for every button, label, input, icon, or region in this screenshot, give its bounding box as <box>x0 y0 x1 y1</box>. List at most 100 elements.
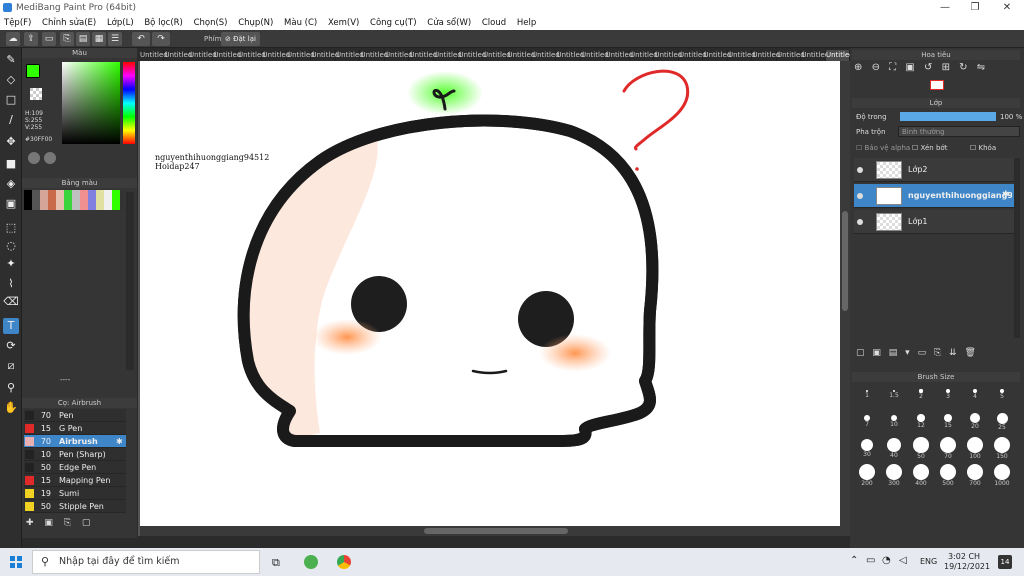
brush-size-option[interactable]: 30 <box>854 438 880 462</box>
tab-untitled[interactable]: Untitled <box>410 50 437 61</box>
reset-view-icon[interactable]: ⊞ <box>942 62 950 73</box>
brush-size-option[interactable]: 25 <box>989 411 1015 435</box>
delete-layer-icon[interactable]: 🗑 <box>964 348 975 358</box>
menu-layer[interactable]: Lớp(L) <box>103 16 138 28</box>
close-button[interactable]: ✕ <box>992 0 1022 16</box>
palette-swatches[interactable] <box>24 190 124 210</box>
tab-untitled[interactable]: Untitled <box>312 50 339 61</box>
clipping-checkbox[interactable]: ☐ Xén bớt <box>912 144 947 152</box>
brush-size-option[interactable]: 4 <box>962 384 988 408</box>
tab-untitled[interactable]: Untitled <box>434 50 462 61</box>
menu-window[interactable]: Cửa sổ(W) <box>423 16 475 28</box>
brush-settings-icon[interactable]: ▣ <box>44 518 53 528</box>
tab-untitled[interactable]: Untitled <box>655 50 682 61</box>
new-halftone-layer-icon[interactable]: ▣ <box>872 348 881 358</box>
text-tool-icon[interactable]: T <box>3 318 19 334</box>
chevron-up-icon[interactable]: ⌃ <box>850 555 858 566</box>
rectangle-tool-icon[interactable]: □ <box>3 92 19 108</box>
minimize-button[interactable]: — <box>930 0 960 16</box>
opacity-slider[interactable] <box>900 112 996 121</box>
redo-icon[interactable]: ↷ <box>152 32 170 46</box>
tab-untitled[interactable]: Untitled <box>189 50 217 61</box>
tab-untitled[interactable]: Untitled <box>728 50 756 61</box>
eye-icon[interactable] <box>857 167 863 173</box>
brush-item[interactable]: 10 Pen (Sharp) <box>24 448 126 461</box>
brush-size-option[interactable]: 50 <box>908 437 934 462</box>
horizontal-scroll-thumb[interactable] <box>424 528 568 534</box>
brush-size-option[interactable]: 100 <box>962 437 988 462</box>
new-layer-icon[interactable]: ▢ <box>856 348 865 358</box>
duplicate-layer-icon[interactable]: ⎘ <box>934 348 941 358</box>
menu-filter[interactable]: Bộ lọc(R) <box>140 16 187 28</box>
brush-item[interactable]: 70 Airbrush ✱ <box>24 435 126 448</box>
add-brush-icon[interactable]: ✚ <box>26 518 34 528</box>
saturation-value-field[interactable] <box>62 62 120 144</box>
gear-icon[interactable]: ✱ <box>1002 190 1010 200</box>
tab-untitled[interactable]: Untitled <box>704 50 731 61</box>
chrome-taskbar-icon[interactable] <box>337 555 351 569</box>
tab-untitled[interactable]: Untitled <box>214 50 241 61</box>
layer-scrollbar[interactable] <box>1014 158 1020 338</box>
upload-icon[interactable]: ⇪ <box>24 32 38 46</box>
vertical-scroll-thumb[interactable] <box>842 211 848 311</box>
tab-untitled[interactable]: Untitled <box>581 50 609 61</box>
merge-layer-icon[interactable]: ⇊ <box>949 348 957 358</box>
volume-icon[interactable]: ◁ <box>899 555 907 566</box>
list-icon[interactable]: ☰ <box>108 32 122 46</box>
tab-untitled[interactable]: Untitled <box>777 50 805 61</box>
select-eraser-icon[interactable]: ⌫ <box>3 294 19 310</box>
notification-badge[interactable]: 14 <box>998 555 1012 569</box>
windows-start-icon[interactable] <box>10 556 22 568</box>
brush-item[interactable]: 50 Stipple Pen <box>24 500 126 513</box>
operation-tool-icon[interactable]: ⟳ <box>3 338 19 354</box>
color-wheel-icon[interactable] <box>28 152 40 164</box>
rotate-right-icon[interactable]: ↻ <box>959 62 967 73</box>
folder-icon[interactable]: ▭ <box>918 348 927 358</box>
tab-untitled[interactable]: Untitled <box>557 50 584 61</box>
gear-icon[interactable]: ✱ <box>116 435 123 448</box>
horizontal-scrollbar[interactable] <box>140 526 840 536</box>
tab-untitled[interactable]: Untitled <box>508 50 535 61</box>
magic-wand-icon[interactable]: ✦ <box>3 256 19 272</box>
brush-size-option[interactable]: 3 <box>935 384 961 408</box>
move-tool-icon[interactable]: ✥ <box>3 134 19 150</box>
brush-size-option[interactable]: 200 <box>854 464 880 489</box>
tab-untitled[interactable]: Untitled <box>753 50 780 61</box>
protect-alpha-checkbox[interactable]: ☐ Bảo vệ alpha <box>856 144 910 152</box>
grid-icon[interactable]: ▦ <box>92 32 106 46</box>
share-icon[interactable]: ⎘ <box>60 32 74 46</box>
drawing-canvas[interactable]: nguyenthihuonggiang94512 Hoidap247 <box>140 61 840 526</box>
actual-size-icon[interactable]: ▣ <box>905 62 914 73</box>
add-layer-menu-icon[interactable]: ▾ <box>905 348 910 358</box>
duplicate-brush-icon[interactable]: ⎘ <box>64 518 71 528</box>
brush-size-option[interactable]: 5 <box>989 384 1015 408</box>
bucket-tool-icon[interactable]: ◈ <box>3 176 19 192</box>
brush-size-option[interactable]: 20 <box>962 411 988 435</box>
wifi-icon[interactable]: ◔ <box>882 555 891 566</box>
tab-untitled[interactable]: Untitled <box>826 50 854 61</box>
rotate-left-icon[interactable]: ↺ <box>924 62 932 73</box>
brush-size-option[interactable]: 2 <box>908 384 934 408</box>
zoom-in-icon[interactable]: ⊕ <box>854 62 862 73</box>
maximize-button[interactable]: ❐ <box>960 0 990 16</box>
brush-item[interactable]: 70 Pen <box>24 409 126 422</box>
brush-size-option[interactable]: 10 <box>881 411 907 435</box>
tab-untitled[interactable]: Untitled <box>532 50 560 61</box>
lock-checkbox[interactable]: ☐ Khóa <box>970 144 996 152</box>
vertical-scrollbar[interactable] <box>840 61 850 536</box>
tab-untitled[interactable]: Untitled <box>238 50 266 61</box>
navigator-preview[interactable] <box>930 80 944 90</box>
menu-cloud[interactable]: Cloud <box>478 16 510 28</box>
language-indicator[interactable]: ENG <box>920 557 937 566</box>
zoom-out-icon[interactable]: ⊖ <box>872 62 880 73</box>
brush-size-option[interactable]: 700 <box>962 464 988 489</box>
pen-tool-icon[interactable]: ✎ <box>3 52 19 68</box>
folder-icon[interactable]: ▢ <box>82 518 91 528</box>
select-pen-icon[interactable]: ⌇ <box>3 276 19 292</box>
menu-select[interactable]: Chọn(S) <box>190 16 232 28</box>
menu-snap[interactable]: Chụp(N) <box>234 16 277 28</box>
tab-untitled[interactable]: Untitled <box>140 50 168 61</box>
brush-size-option[interactable]: 400 <box>908 464 934 489</box>
eye-icon[interactable] <box>857 219 863 225</box>
comment-icon[interactable]: ▭ <box>42 32 56 46</box>
